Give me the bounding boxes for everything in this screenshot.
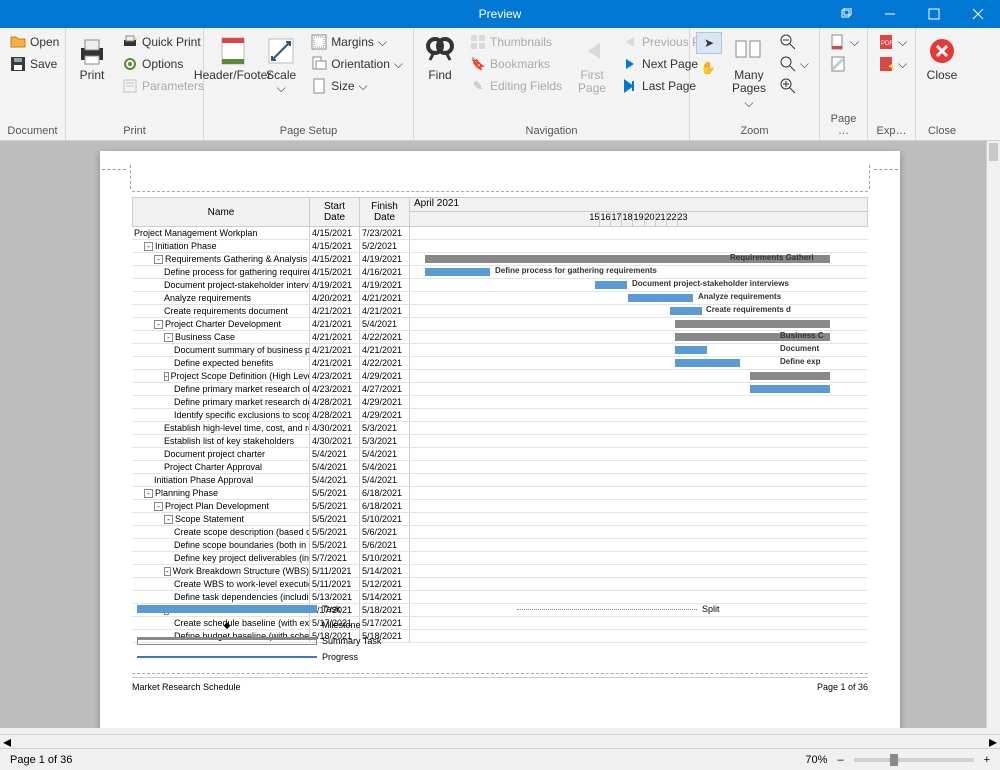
table-row: Initiation Phase Approval5/4/20215/4/202…: [132, 474, 868, 487]
zoom-plus-button[interactable]: +: [984, 754, 990, 766]
table-row: Project Charter Approval5/4/20215/4/2021: [132, 461, 868, 474]
print-button[interactable]: Print: [72, 32, 112, 85]
status-zoom: 70%: [805, 754, 827, 766]
table-row: Analyze requirements4/20/20214/21/2021An…: [132, 292, 868, 305]
editing-fields-button: ✎Editing Fields: [466, 76, 566, 96]
vertical-scrollbar[interactable]: [986, 141, 1000, 728]
zoom-button[interactable]: ⌵: [776, 54, 813, 74]
group-nav-label: Navigation: [420, 123, 683, 140]
maximize-icon[interactable]: [912, 0, 956, 28]
table-row: Define scope boundaries (both in and o5/…: [132, 539, 868, 552]
restore-down-icon[interactable]: [824, 0, 868, 28]
table-row: Define primary market research delivera4…: [132, 396, 868, 409]
ribbon: Open Save Document Print Quick Print Opt…: [0, 28, 1000, 141]
table-row: Define key project deliverables (includi…: [132, 552, 868, 565]
table-row: Define primary market research objectiv4…: [132, 383, 868, 396]
table-row: -Scope Statement5/5/20215/10/2021: [132, 513, 868, 526]
thumbnails-button[interactable]: Thumbnails: [466, 32, 566, 52]
preview-workspace[interactable]: Name Start Date Finish Date April 2021 1…: [0, 141, 986, 728]
group-zoom-label: Zoom: [696, 123, 813, 140]
margins-button[interactable]: Margins ⌵: [307, 32, 407, 52]
header-footer-button[interactable]: Header/Footer: [210, 32, 255, 85]
table-row: Identify specific exclusions to scope4/2…: [132, 409, 868, 422]
page-color-button[interactable]: ⌵: [826, 32, 863, 52]
close-icon[interactable]: [956, 0, 1000, 28]
first-page-button: First Page: [572, 32, 612, 98]
doc-page: Page 1 of 36: [817, 682, 868, 692]
table-row: -Project Plan Development5/5/20216/18/20…: [132, 500, 868, 513]
table-row: -Project Charter Development4/21/20215/4…: [132, 318, 868, 331]
pointer-button[interactable]: ➤: [696, 32, 722, 54]
svg-text:PDF: PDF: [881, 41, 893, 47]
table-row: Define process for gathering requirement…: [132, 266, 868, 279]
table-row: -Initiation Phase4/15/20215/2/2021: [132, 240, 868, 253]
table-row: Define expected benefits4/21/20214/22/20…: [132, 357, 868, 370]
page-preview: Name Start Date Finish Date April 2021 1…: [100, 151, 900, 728]
group-print-label: Print: [72, 123, 197, 140]
group-document-label: Document: [6, 123, 59, 140]
zoom-slider[interactable]: [854, 758, 974, 762]
scale-button[interactable]: Scale⌵: [261, 32, 301, 98]
bookmarks-button: 🔖Bookmarks: [466, 54, 566, 74]
quick-print-button[interactable]: Quick Print: [118, 32, 208, 52]
col-name: Name: [132, 197, 310, 227]
table-row: Create scope description (based on busi5…: [132, 526, 868, 539]
window-title: Preview: [479, 7, 522, 21]
zoom-out-button[interactable]: [776, 32, 813, 52]
status-bar: Page 1 of 36 70% – +: [0, 748, 1000, 770]
horizontal-scrollbar[interactable]: ◂▸: [0, 734, 1000, 748]
save-button[interactable]: Save: [6, 54, 63, 74]
hand-button[interactable]: ✋: [696, 58, 722, 78]
table-row: -Planning Phase5/5/20216/18/2021: [132, 487, 868, 500]
many-pages-button[interactable]: Many Pages⌵: [728, 32, 770, 114]
table-row: -Requirements Gathering & Analysis4/15/2…: [132, 253, 868, 266]
table-row: -Project Scope Definition (High Level)4/…: [132, 370, 868, 383]
col-start: Start Date: [310, 197, 360, 227]
group-pagesetup-label: Page Setup: [210, 123, 407, 140]
table-row: Establish list of key stakeholders4/30/2…: [132, 435, 868, 448]
table-row: -Business Case4/21/20214/22/2021Business…: [132, 331, 868, 344]
group-pagebg-label: Page …: [826, 111, 861, 140]
status-page: Page 1 of 36: [10, 754, 72, 766]
group-close-label: Close: [922, 123, 962, 140]
table-row: Create requirements document4/21/20214/2…: [132, 305, 868, 318]
table-row: Project Management Workplan4/15/20217/23…: [132, 227, 868, 240]
open-button[interactable]: Open: [6, 32, 63, 52]
close-button[interactable]: Close: [922, 32, 962, 85]
send-pdf-button[interactable]: ⌵: [874, 54, 911, 74]
zoom-in-button[interactable]: [776, 76, 813, 96]
table-row: -Work Breakdown Structure (WBS)5/11/2021…: [132, 565, 868, 578]
find-button[interactable]: Find: [420, 32, 460, 85]
minimize-icon[interactable]: [868, 0, 912, 28]
size-button[interactable]: Size ⌵: [307, 76, 407, 96]
export-pdf-button[interactable]: PDF⌵: [874, 32, 911, 52]
watermark-button[interactable]: [826, 54, 863, 74]
col-finish: Finish Date: [360, 197, 410, 227]
timeline-month: April 2021: [410, 198, 867, 212]
doc-title: Market Research Schedule: [132, 682, 241, 692]
table-row: Establish high-level time, cost, and res…: [132, 422, 868, 435]
title-bar: Preview: [0, 0, 1000, 28]
table-row: Create WBS to work-level execution5/11/2…: [132, 578, 868, 591]
table-row: Document project charter5/4/20215/4/2021: [132, 448, 868, 461]
table-row: Document project-stakeholder interviews4…: [132, 279, 868, 292]
table-row: Document summary of business purpos4/21/…: [132, 344, 868, 357]
orientation-button[interactable]: Orientation ⌵: [307, 54, 407, 74]
group-export-label: Exp…: [874, 123, 909, 140]
zoom-minus-button[interactable]: –: [837, 754, 843, 766]
